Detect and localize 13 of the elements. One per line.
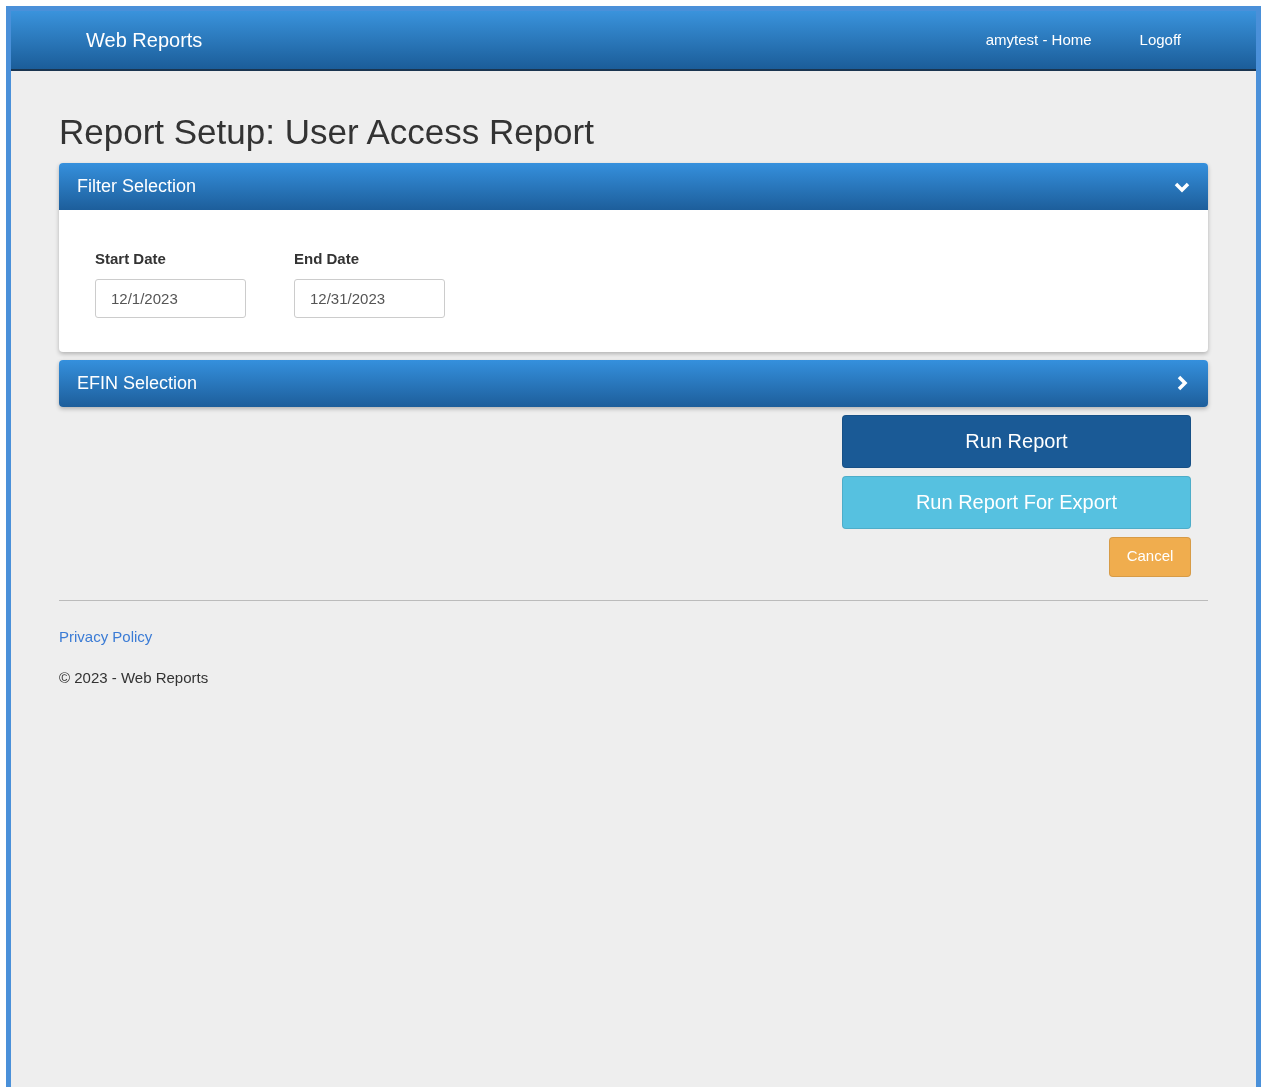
field-label: Start Date — [95, 249, 167, 269]
date-field[interactable]: 12/31/2023 — [294, 278, 445, 318]
panel-header[interactable]: EFIN Selection — [59, 359, 1208, 407]
page-title: Report Setup: User Access Report — [59, 111, 595, 153]
date-field[interactable]: 12/1/2023 — [95, 278, 246, 318]
nav-link[interactable]: amytest - Home — [985, 28, 1092, 52]
run-report-button[interactable]: Run Report — [842, 414, 1191, 468]
brand-title[interactable]: Web Reports — [86, 25, 203, 55]
nav-link[interactable]: Logoff — [1139, 28, 1181, 52]
copyright-text: © 2023 - Web Reports — [59, 667, 210, 688]
panel-header[interactable]: Filter Selection — [59, 163, 1208, 210]
privacy-link[interactable]: Privacy Policy — [59, 627, 153, 645]
field-label: End Date — [294, 249, 360, 269]
